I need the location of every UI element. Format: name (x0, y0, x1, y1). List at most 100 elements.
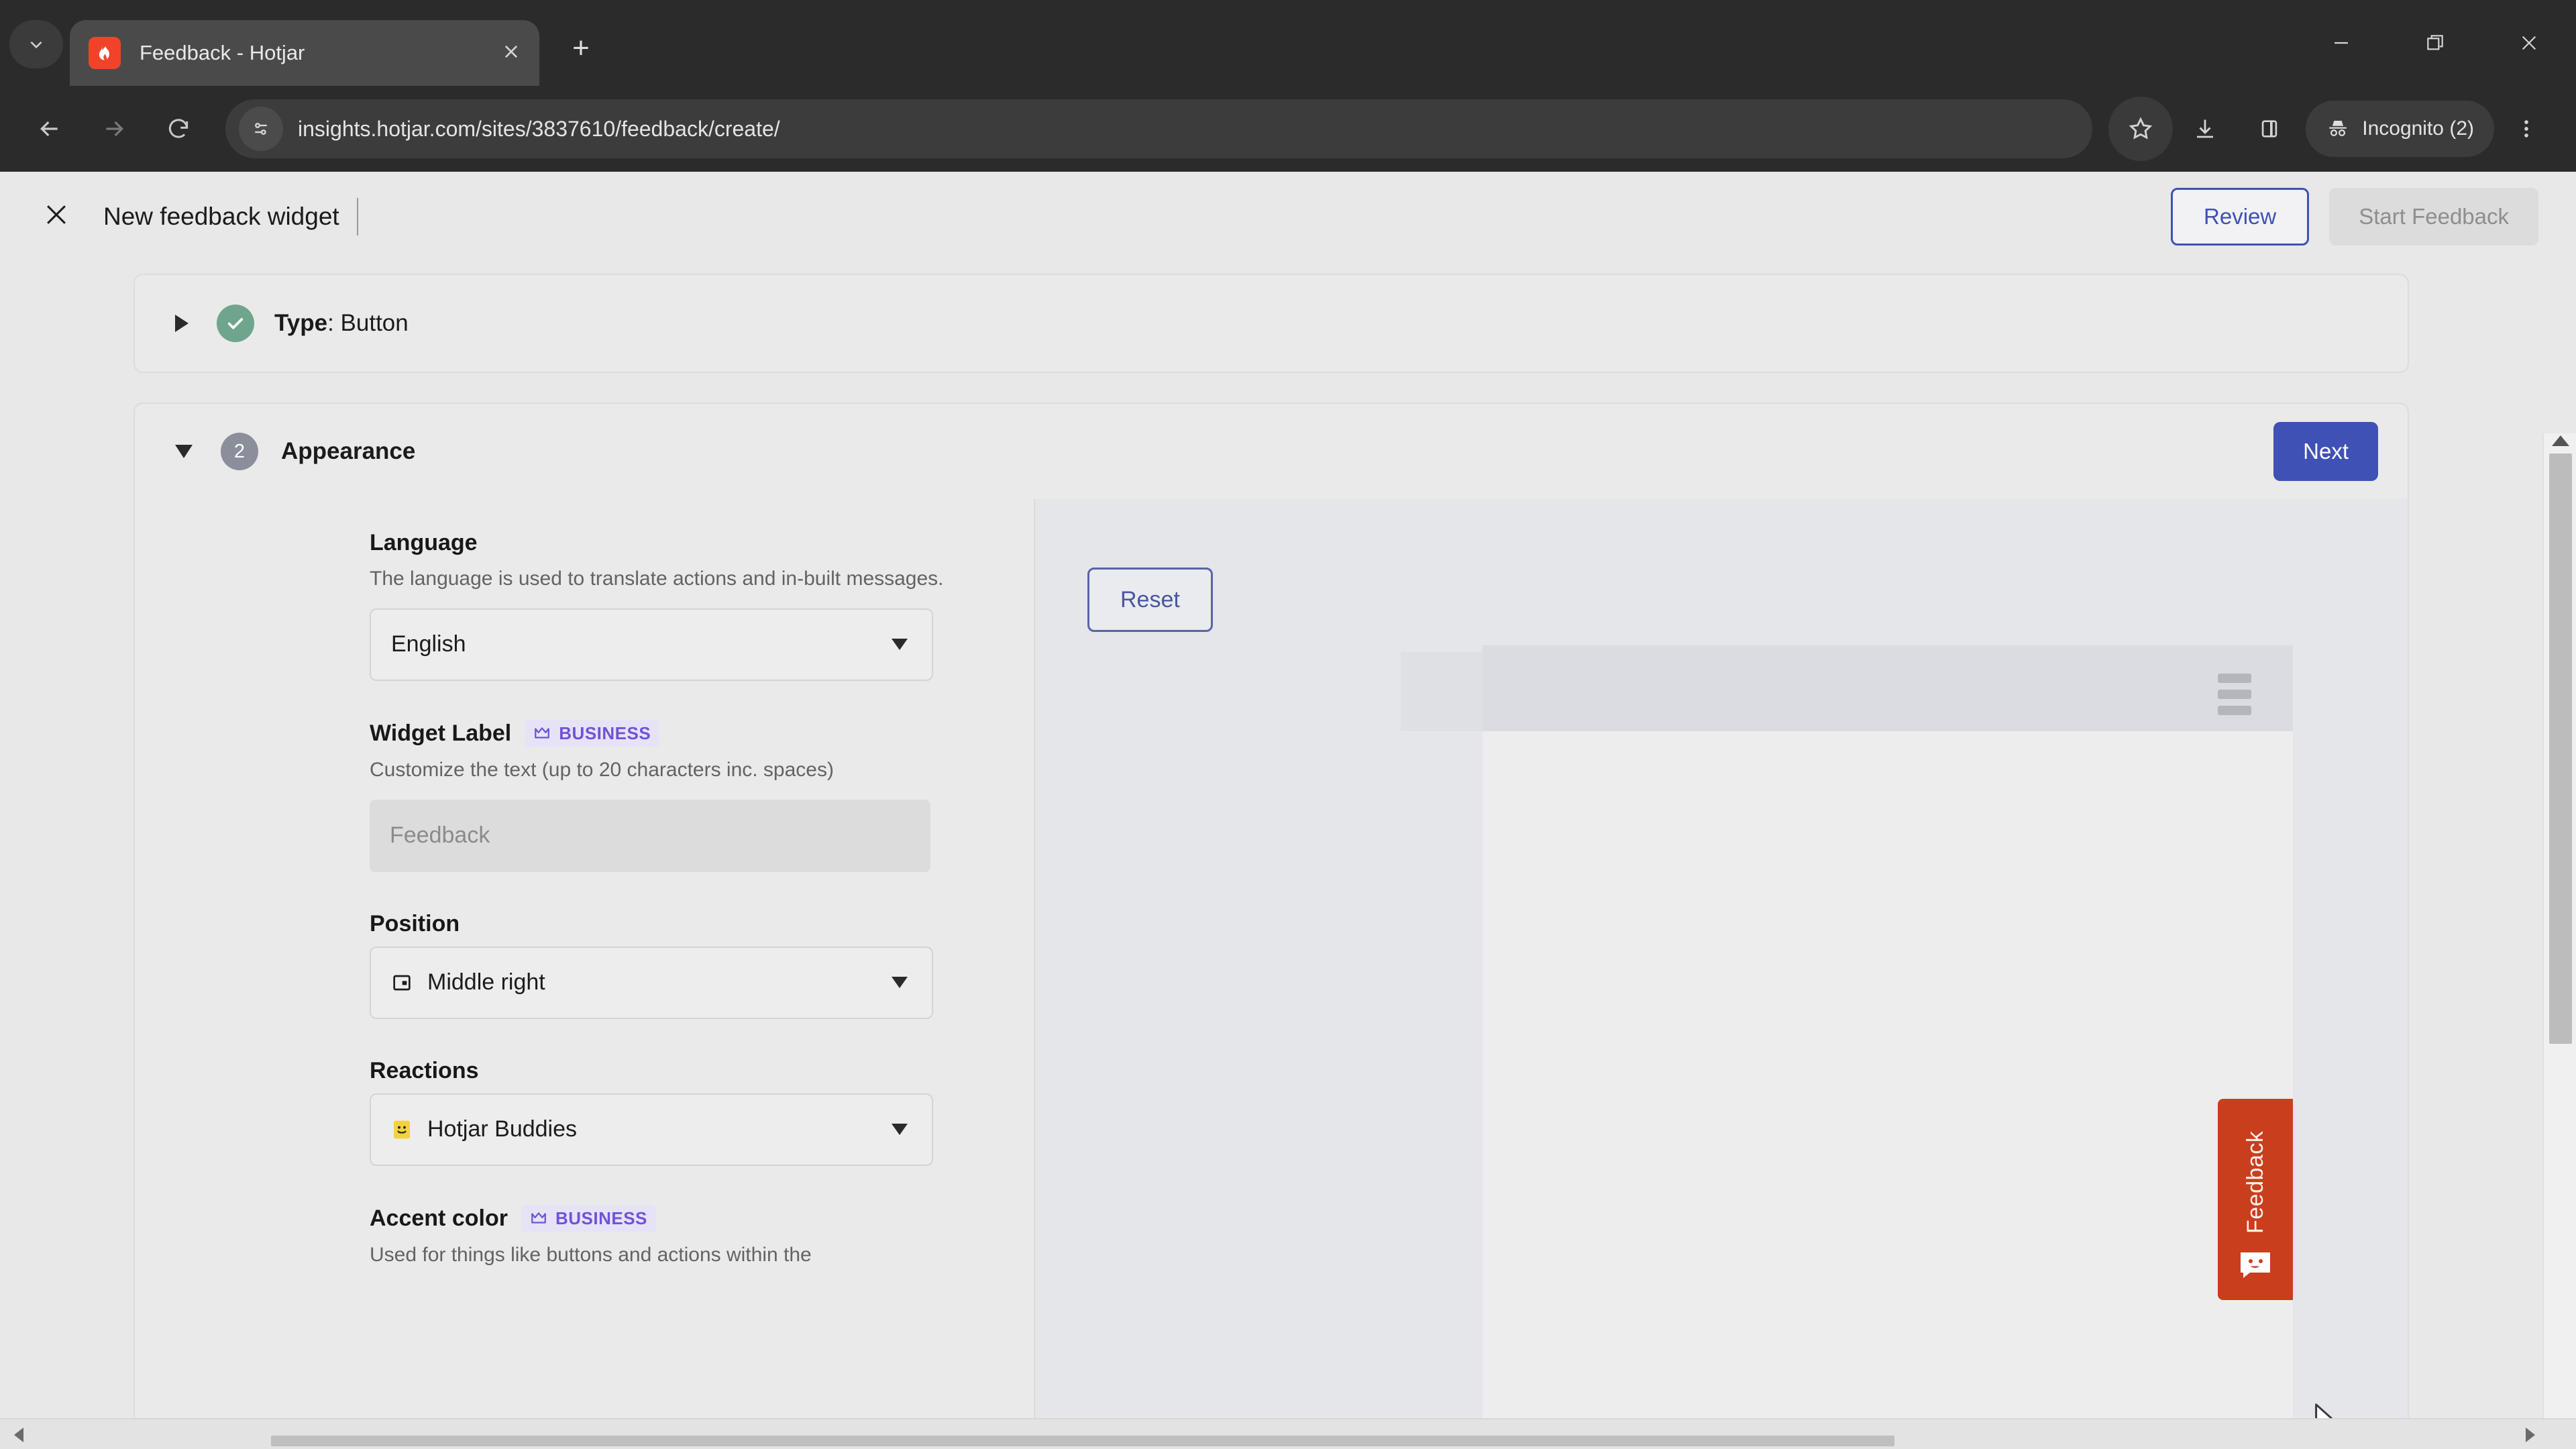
accent-color-label-row: Accent color BUSINESS (370, 1204, 1034, 1232)
back-arrow-icon[interactable] (17, 97, 82, 161)
language-label-row: Language (370, 530, 1034, 556)
reload-icon[interactable] (146, 97, 211, 161)
step-card-type[interactable]: Type: Button (133, 274, 2409, 373)
horizontal-scrollbar[interactable] (0, 1418, 2576, 1449)
site-settings-icon[interactable] (239, 107, 283, 151)
language-select[interactable]: English (370, 608, 933, 681)
header-actions: Review Start Feedback (2171, 188, 2538, 246)
step-card-appearance: 2 Appearance Next Language The language … (133, 402, 2409, 1422)
window-controls (2294, 0, 2576, 86)
hotjar-logo-icon (89, 37, 121, 69)
vertical-scrollbar-thumb[interactable] (2549, 453, 2572, 1044)
feedback-widget-preview[interactable]: Feedback (2218, 1099, 2293, 1300)
business-badge-label: BUSINESS (555, 1208, 647, 1228)
browser-toolbar: insights.hotjar.com/sites/3837610/feedba… (0, 86, 2576, 172)
language-select-value: English (391, 631, 466, 657)
vertical-scrollbar[interactable] (2542, 433, 2576, 1449)
reactions-select[interactable]: Hotjar Buddies (370, 1093, 933, 1166)
field-language: Language The language is used to transla… (370, 530, 1034, 681)
widget-label-label: Widget Label (370, 720, 512, 746)
side-panel-icon[interactable] (2237, 97, 2302, 161)
position-middle-right-icon (391, 972, 413, 994)
window-close-icon[interactable] (2482, 0, 2576, 86)
scroll-right-arrow-icon[interactable] (2517, 1422, 2544, 1448)
appearance-settings-column: Language The language is used to transla… (135, 499, 1034, 1422)
page-content: New feedback widget Review Start Feedbac… (0, 172, 2576, 1449)
url-text: insights.hotjar.com/sites/3837610/feedba… (298, 116, 780, 141)
page-title: New feedback widget (103, 203, 339, 230)
appearance-title: Appearance (281, 438, 416, 464)
next-button[interactable]: Next (2273, 422, 2378, 481)
caret-down-icon[interactable] (175, 445, 193, 458)
feedback-smiley-bubble-icon (2238, 1248, 2273, 1284)
start-feedback-button: Start Feedback (2329, 188, 2538, 246)
mock-site-header-inner (1483, 645, 2293, 731)
widget-label-description: Customize the text (up to 20 characters … (370, 758, 834, 781)
incognito-indicator[interactable]: Incognito (2) (2306, 101, 2494, 157)
minimize-icon[interactable] (2294, 0, 2388, 86)
hamburger-menu-icon (2218, 674, 2251, 715)
browser-window: Feedback - Hotjar + insights.hotjar.com/… (0, 0, 2576, 1449)
language-description: The language is used to translate action… (370, 568, 944, 590)
field-accent-color: Accent color BUSINESS Used for things li… (370, 1204, 1034, 1269)
crown-icon (533, 726, 551, 741)
restore-icon[interactable] (2388, 0, 2482, 86)
title-text-cursor (356, 198, 358, 235)
widget-label-label-row: Widget Label BUSINESS (370, 719, 1034, 747)
field-reactions: Reactions Hotjar Buddies (370, 1058, 1034, 1166)
star-icon[interactable] (2108, 97, 2174, 161)
incognito-label: Incognito (2) (2362, 117, 2474, 140)
settings-scroll-area: Type: Button 2 Appearance Next Language … (0, 262, 2542, 1422)
scroll-up-arrow-icon[interactable] (2544, 425, 2576, 456)
new-tab-plus-icon[interactable]: + (555, 23, 606, 74)
review-button[interactable]: Review (2171, 188, 2310, 246)
reactions-label-row: Reactions (370, 1058, 1034, 1084)
accent-color-description: Used for things like buttons and actions… (370, 1243, 812, 1266)
position-select-value: Middle right (427, 969, 545, 996)
step-card-type-label: Type: Button (274, 310, 409, 337)
type-label-suffix: : Button (327, 310, 409, 336)
reactions-label: Reactions (370, 1057, 479, 1083)
address-bar[interactable]: insights.hotjar.com/sites/3837610/feedba… (225, 99, 2093, 158)
mock-site-content (1483, 731, 2293, 1422)
tab-strip: Feedback - Hotjar + (0, 0, 2576, 86)
caret-right-icon[interactable] (175, 315, 189, 332)
business-badge: BUSINESS (521, 1204, 656, 1232)
position-label-row: Position (370, 911, 1034, 937)
business-badge-label: BUSINESS (559, 722, 651, 743)
appearance-body: Language The language is used to transla… (135, 499, 2408, 1422)
download-icon[interactable] (2173, 97, 2237, 161)
chevron-down-icon (892, 1124, 908, 1136)
accent-color-label: Accent color (370, 1205, 508, 1231)
widget-preview-panel: Reset Feedback (1034, 499, 2408, 1422)
type-label-prefix: Type (274, 310, 328, 336)
hotjar-buddies-smiley-icon (391, 1119, 413, 1140)
appearance-header[interactable]: 2 Appearance Next (135, 404, 2408, 499)
forward-arrow-icon (82, 97, 146, 161)
scroll-left-arrow-icon[interactable] (5, 1422, 32, 1448)
check-circle-icon (217, 305, 254, 342)
tab-search-chevron-icon[interactable] (9, 20, 63, 68)
incognito-hat-icon (2326, 117, 2350, 141)
widget-label-input[interactable]: Feedback (370, 799, 930, 872)
tab-close-icon[interactable] (502, 42, 521, 64)
position-select[interactable]: Middle right (370, 946, 933, 1019)
mock-website-preview: Feedback (1401, 645, 2293, 1422)
tab-title: Feedback - Hotjar (140, 41, 305, 64)
three-dot-menu-icon[interactable] (2494, 97, 2559, 161)
chevron-down-icon (892, 977, 908, 989)
language-label: Language (370, 530, 478, 555)
crown-icon (530, 1211, 547, 1226)
horizontal-scrollbar-thumb[interactable] (271, 1436, 1894, 1446)
field-widget-label: Widget Label BUSINESS Customize the text… (370, 719, 1034, 872)
close-x-icon[interactable] (42, 200, 71, 234)
field-position: Position Middle right (370, 911, 1034, 1019)
step-number-badge: 2 (221, 433, 258, 470)
chevron-down-icon (892, 639, 908, 651)
position-label: Position (370, 910, 460, 936)
app-header: New feedback widget Review Start Feedbac… (0, 172, 2576, 262)
reset-button[interactable]: Reset (1087, 568, 1213, 632)
feedback-widget-label: Feedback (2242, 1130, 2268, 1234)
browser-tab[interactable]: Feedback - Hotjar (70, 20, 539, 86)
reactions-select-value: Hotjar Buddies (427, 1116, 578, 1142)
